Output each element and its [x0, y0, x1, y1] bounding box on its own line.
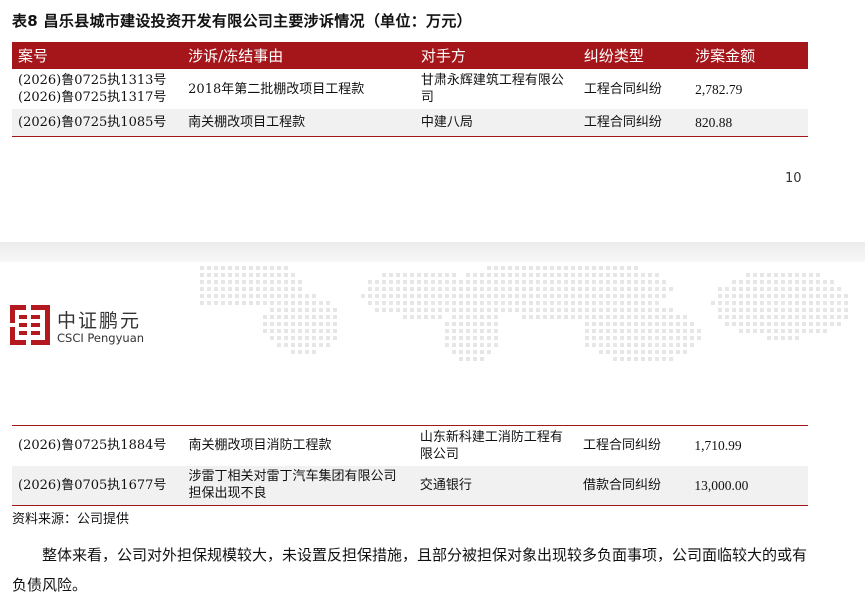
case-no-cell: (2026)鲁0725执1884号	[18, 438, 167, 454]
table-row: (2026)鲁0725执1085号 南关棚改项目工程款 中建八局 工程合同纠纷 …	[12, 109, 808, 136]
table-row: (2026)鲁0725执1884号 南关棚改项目消防工程款 山东新科建工消防工程…	[12, 426, 808, 466]
dispute-type-cell: 工程合同纠纷	[577, 109, 690, 136]
logo-english-name: CSCI Pengyuan	[57, 331, 145, 345]
litigation-table-part1: 案号 涉诉/冻结事由 对手方 纠纷类型 涉案金额 (2026)鲁0725执131…	[12, 42, 808, 137]
litigation-table-part2: (2026)鲁0725执1884号 南关棚改项目消防工程款 山东新科建工消防工程…	[12, 425, 808, 506]
header-reason: 涉诉/冻结事由	[182, 42, 415, 69]
counterparty-cell: 交通银行	[413, 465, 577, 506]
amount-cell: 13,000.00	[688, 465, 808, 506]
counterparty-cell: 中建八局	[414, 109, 578, 136]
header-counterparty: 对手方	[414, 42, 578, 69]
header-case-no: 案号	[12, 42, 183, 69]
counterparty-cell: 甘肃永辉建筑工程有限公司	[420, 73, 564, 105]
summary-paragraph: 整体来看，公司对外担保规模较大，未设置反担保措施，且部分被担保对象出现较多负面事…	[12, 546, 808, 594]
page-number: 10	[785, 171, 802, 186]
dispute-type-cell: 工程合同纠纷	[583, 81, 662, 97]
case-no-cell: (2026)鲁0725执1313号 (2026)鲁0725执1317号	[18, 73, 167, 105]
page-break-band	[0, 242, 865, 262]
amount-cell: 1,710.99	[694, 438, 742, 454]
logo-mark-icon	[10, 305, 50, 345]
source-note: 资料来源：公司提供	[12, 512, 130, 527]
reason-cell: 2018年第二批棚改项目工程款	[188, 81, 365, 97]
header-dispute-type: 纠纷类型	[577, 42, 690, 69]
counterparty-cell: 山东新科建工消防工程有限公司	[419, 429, 563, 462]
dispute-type-cell: 工程合同纠纷	[582, 438, 661, 454]
reason-cell: 南关棚改项目工程款	[182, 109, 415, 136]
header-amount: 涉案金额	[689, 42, 808, 69]
table-row: (2026)鲁0725执1313号 (2026)鲁0725执1317号 2018…	[12, 69, 808, 109]
table-title: 表8 昌乐县城市建设投资开发有限公司主要涉诉情况（单位：万元）	[12, 12, 472, 30]
amount-cell: 2,782.79	[695, 81, 743, 97]
dispute-type-cell: 借款合同纠纷	[576, 465, 689, 506]
case-no-cell: (2026)鲁0705执1677号	[12, 465, 183, 506]
reason-cell: 涉雷丁相关对雷丁汽车集团有限公司担保出现不良	[182, 465, 414, 506]
case-no-cell: (2026)鲁0725执1085号	[12, 109, 183, 136]
amount-cell: 820.88	[689, 109, 808, 136]
table-header-row: 案号 涉诉/冻结事由 对手方 纠纷类型 涉案金额	[12, 42, 808, 69]
reason-cell: 南关棚改项目消防工程款	[188, 438, 332, 454]
table-row: (2026)鲁0705执1677号 涉雷丁相关对雷丁汽车集团有限公司担保出现不良…	[12, 465, 808, 506]
logo-chinese-name: 中证鹏元	[57, 310, 142, 332]
